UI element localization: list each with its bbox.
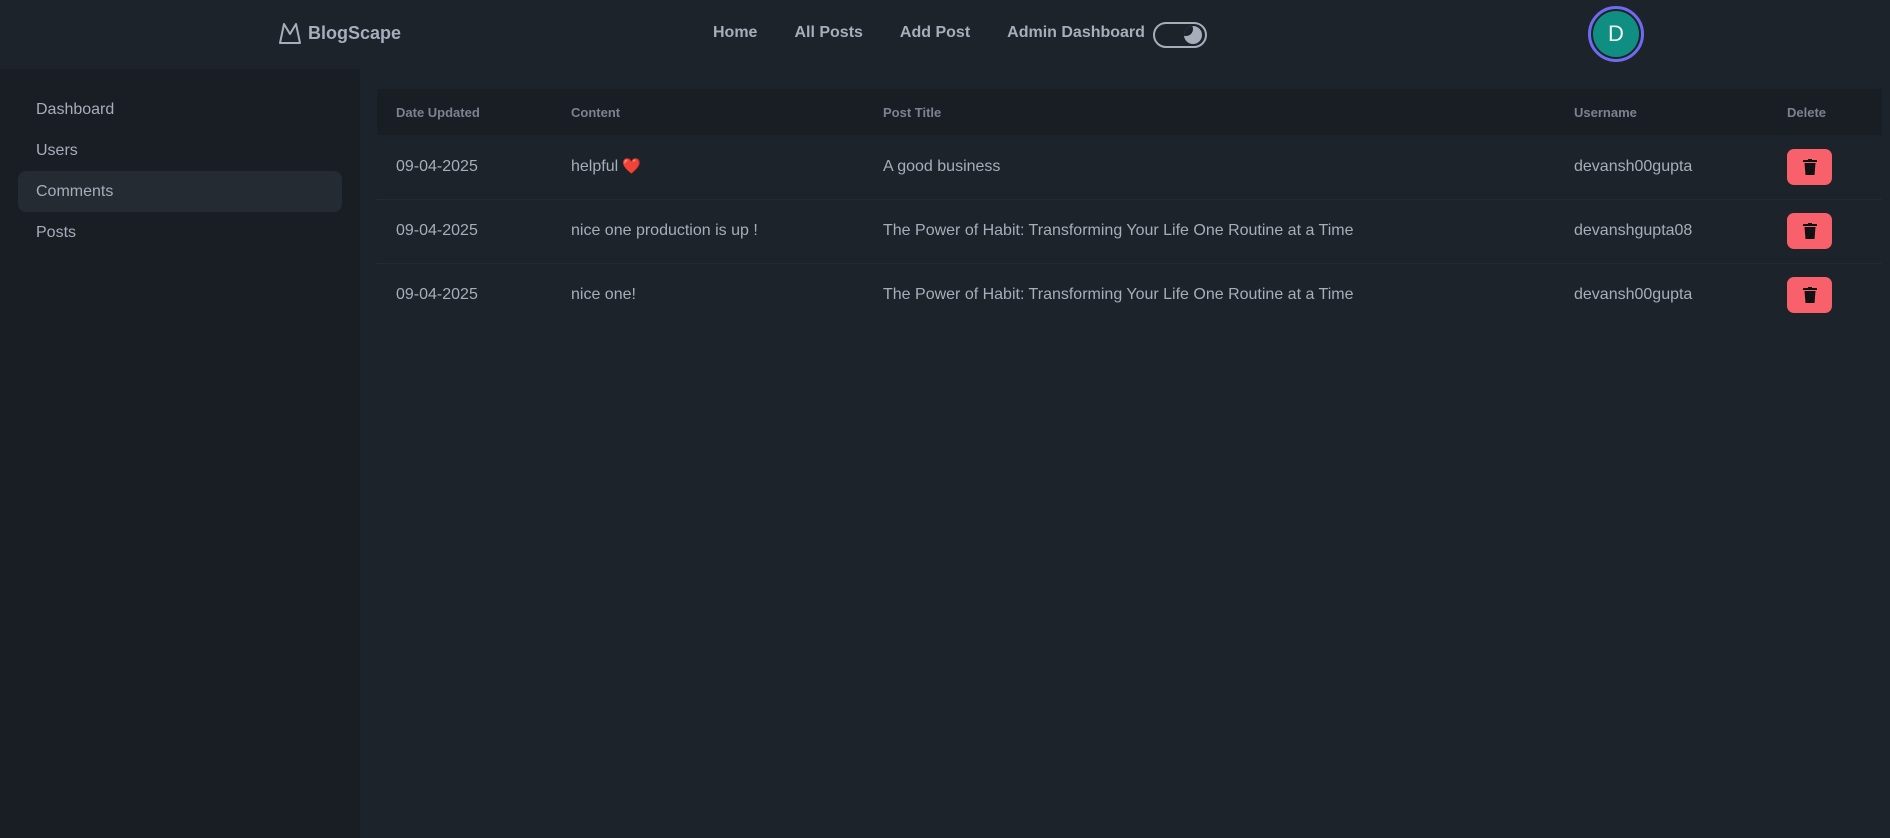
cell-delete <box>1768 199 1882 264</box>
avatar[interactable]: D <box>1588 6 1644 62</box>
cell-content: nice one! <box>552 263 864 327</box>
content-text: nice one! <box>571 286 636 304</box>
sidebar-item-comments[interactable]: Comments <box>18 171 342 212</box>
table-header-row: Date Updated Content Post Title Username… <box>377 89 1882 135</box>
nav-admin-dashboard[interactable]: Admin Dashboard <box>1007 24 1145 42</box>
sidebar-item-users[interactable]: Users <box>18 130 342 171</box>
cell-post-title: A good business <box>864 135 1555 200</box>
cell-username: devanshgupta08 <box>1555 199 1768 264</box>
theme-toggle-icon <box>1184 26 1202 44</box>
table-row: 09-04-2025 nice one production is up ! T… <box>377 199 1882 264</box>
header-content: Content <box>571 104 621 120</box>
cell-delete <box>1768 135 1882 200</box>
sidebar: Dashboard Users Comments Posts <box>0 69 360 838</box>
cell-username: devansh00gupta <box>1555 135 1768 200</box>
delete-button[interactable] <box>1787 213 1832 249</box>
trash-icon <box>1802 158 1817 175</box>
mountain-logo-icon <box>278 21 302 45</box>
cell-post-title: The Power of Habit: Transforming Your Li… <box>864 199 1555 264</box>
brand-link[interactable]: BlogScape <box>278 21 401 45</box>
comments-table-container: Date Updated Content Post Title Username… <box>377 89 1882 327</box>
delete-button[interactable] <box>1787 277 1832 314</box>
cell-date: 09-04-2025 <box>377 135 552 200</box>
header-delete: Delete <box>1787 104 1827 120</box>
header-date-updated: Date Updated <box>396 104 480 120</box>
header-post-title: Post Title <box>883 104 942 120</box>
cell-content: nice one production is up ! <box>552 199 864 264</box>
comments-table: Date Updated Content Post Title Username… <box>377 89 1882 327</box>
trash-icon <box>1802 223 1817 239</box>
cell-post-title: The Power of Habit: Transforming Your Li… <box>883 286 1354 304</box>
brand-name: BlogScape <box>308 22 402 43</box>
nav-links: Home All Posts Add Post Admin Dashboard <box>713 24 1182 42</box>
delete-button[interactable] <box>1787 148 1832 185</box>
trash-icon <box>1802 287 1817 304</box>
table-row: 09-04-2025 nice one! The Power of Habit:… <box>377 263 1882 327</box>
cell-delete <box>1768 263 1882 327</box>
sidebar-item-dashboard[interactable]: Dashboard <box>18 89 342 130</box>
navbar: BlogScape Home All Posts Add Post Admin … <box>0 0 1890 69</box>
header-username: Username <box>1574 104 1637 120</box>
content-text: nice one production is up ! <box>571 222 758 239</box>
cell-content: helpful ❤️ <box>552 135 864 200</box>
cell-date: 09-04-2025 <box>377 199 552 264</box>
heart-emoji: ❤️ <box>622 158 641 176</box>
content-text: helpful <box>571 158 619 176</box>
nav-all-posts[interactable]: All Posts <box>794 24 862 42</box>
nav-home[interactable]: Home <box>713 24 757 42</box>
sidebar-item-posts[interactable]: Posts <box>18 212 342 253</box>
cell-username: devansh00gupta <box>1574 286 1693 304</box>
cell-date: 09-04-2025 <box>396 286 478 304</box>
nav-add-post[interactable]: Add Post <box>900 24 970 42</box>
table-row: 09-04-2025 helpful ❤️ A good business dev… <box>377 135 1882 200</box>
theme-toggle[interactable] <box>1153 22 1207 48</box>
avatar-initial: D <box>1593 11 1639 57</box>
